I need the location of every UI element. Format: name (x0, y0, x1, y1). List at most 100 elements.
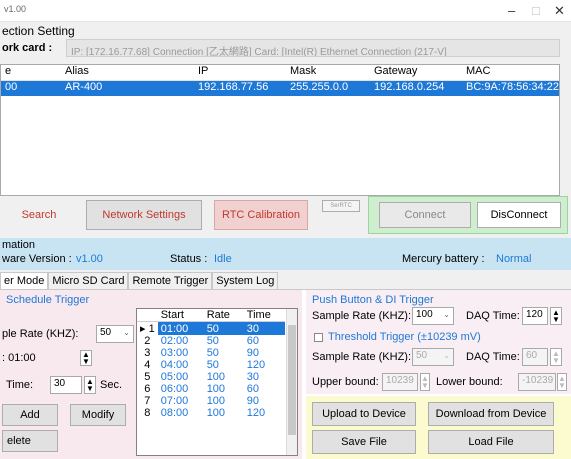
connection-section-title: ection Setting (2, 24, 75, 38)
threshold-sample-rate-value: 50 (416, 350, 428, 361)
threshold-daq-input[interactable]: 60 (522, 348, 548, 366)
table-row[interactable]: 4 04:00 50 120 (137, 359, 285, 371)
cell-start: 04:00 (160, 359, 189, 371)
daq-time-spinner[interactable]: ▲ ▼ (84, 376, 96, 394)
device-list[interactable]: e Alias IP Mask Gateway MAC 00 AR-400 19… (0, 64, 560, 196)
device-ip: 192.168.77.56 (198, 81, 269, 93)
row-index: ▸ 1 (140, 323, 155, 335)
firmware-value: v1.00 (76, 253, 103, 265)
table-row[interactable]: 7 07:00 100 90 (137, 395, 285, 407)
table-row[interactable]: 3 03:00 50 90 (137, 347, 285, 359)
minimize-icon[interactable]: – (508, 3, 515, 18)
table-row[interactable]: 8 08:00 100 120 (137, 407, 285, 419)
close-icon[interactable]: ✕ (554, 3, 565, 19)
schedule-sec-label: Sec. (100, 379, 123, 391)
push-sample-rate-label: Sample Rate (KHZ): (312, 310, 412, 322)
search-button[interactable]: Search (2, 200, 76, 230)
column-header-mac: MAC (466, 65, 491, 77)
schedule-sample-rate-value: 50 (100, 327, 112, 338)
add-button[interactable]: Add (2, 404, 58, 426)
table-row[interactable]: 2 02:00 50 60 (137, 335, 285, 347)
status-label: Status : (170, 253, 208, 265)
schedule-start-label: : 01:00 (2, 352, 36, 364)
row-selected-marker: ▸ (140, 323, 146, 335)
push-daq-input[interactable]: 120 (522, 307, 548, 325)
device-name: 00 (5, 81, 18, 93)
chevron-down-icon: ⌄ (123, 328, 130, 337)
scrollbar-thumb[interactable] (288, 325, 296, 435)
cell-time: 120 (246, 407, 266, 419)
lower-bound-label: Lower bound: (436, 376, 503, 388)
schedule-trigger-title: Schedule Trigger (6, 294, 90, 306)
schedule-sample-rate-select[interactable]: 50 ⌄ (96, 325, 134, 343)
cell-start: 02:00 (160, 335, 189, 347)
threshold-daq-spinner[interactable]: ▲ ▼ (550, 348, 562, 366)
mode-tabs: er Mode Micro SD Card Remote Trigger Sys… (0, 272, 279, 289)
row-index: 5 (144, 371, 151, 383)
connect-button[interactable]: Connect (379, 202, 471, 228)
row-index: 2 (144, 335, 151, 347)
device-mac: BC:9A:78:56:34:22 (466, 81, 559, 93)
cell-rate: 100 (206, 371, 226, 383)
firmware-label: ware Version : (2, 253, 72, 265)
information-panel: mation ware Version : v1.00 Status : Idl… (0, 238, 571, 270)
schedule-table-scrollbar[interactable] (286, 309, 297, 455)
lower-bound-input[interactable]: -10239 (518, 373, 556, 391)
push-daq-spinner[interactable]: ▲ ▼ (550, 307, 562, 325)
upper-bound-input[interactable]: 10239 (382, 373, 418, 391)
schedule-table-header: Start Rate Time (137, 309, 285, 322)
cell-start: 01:00 (157, 321, 204, 335)
table-row[interactable]: 6 06:00 100 60 (137, 383, 285, 395)
schedule-table[interactable]: Start Rate Time ▸ 1 01:00 50 30 2 02:00 … (136, 308, 298, 456)
network-card-field[interactable]: IP: [172.16.77.68] Connection [乙太網路] Car… (66, 39, 560, 57)
tab-timer-mode[interactable]: er Mode (0, 272, 49, 289)
delete-button[interactable]: elete (2, 430, 58, 452)
load-file-button[interactable]: Load File (428, 430, 554, 454)
header-rate: Rate (203, 309, 244, 322)
row-index: 7 (144, 395, 151, 407)
rtc-calibration-button[interactable]: RTC Calibration (214, 200, 308, 230)
schedule-daq-input[interactable]: 30 (50, 376, 82, 394)
lower-bound-spinner[interactable]: ▲ ▼ (557, 373, 567, 391)
column-header-mask: Mask (290, 65, 317, 77)
threshold-sample-rate-select[interactable]: 50 ⌄ (412, 348, 454, 366)
threshold-checkbox[interactable] (314, 333, 323, 342)
cell-time: 120 (246, 359, 266, 371)
cell-time: 30 (246, 371, 260, 383)
battery-value: Normal (496, 253, 532, 265)
push-sample-rate-select[interactable]: 100 ⌄ (412, 307, 454, 325)
small-tag-button[interactable]: SerRTC (322, 200, 360, 212)
upper-bound-spinner[interactable]: ▲ ▼ (420, 373, 430, 391)
tab-system-log[interactable]: System Log (212, 272, 279, 289)
network-settings-button[interactable]: Network Settings (86, 200, 202, 230)
cell-rate: 100 (206, 407, 226, 419)
cell-time: 90 (246, 347, 260, 359)
upper-bound-label: Upper bound: (312, 376, 379, 388)
cell-start: 03:00 (160, 347, 189, 359)
device-row[interactable]: 00 AR-400 192.168.77.56 255.255.0.0 192.… (1, 81, 559, 96)
save-file-button[interactable]: Save File (312, 430, 416, 454)
cell-start: 05:00 (160, 371, 189, 383)
download-from-device-button[interactable]: Download from Device (428, 402, 554, 426)
cell-start: 06:00 (160, 383, 189, 395)
cell-rate: 50 (203, 321, 244, 335)
table-row[interactable]: ▸ 1 01:00 50 30 (137, 321, 285, 335)
table-row[interactable]: 5 05:00 100 30 (137, 371, 285, 383)
modify-button[interactable]: Modify (70, 404, 126, 426)
header-start: Start (157, 309, 204, 322)
row-index: 4 (144, 359, 151, 371)
start-time-spinner[interactable]: ▲ ▼ (80, 350, 92, 366)
tab-micro-sd-card[interactable]: Micro SD Card (48, 272, 129, 289)
tab-remote-trigger[interactable]: Remote Trigger (128, 272, 213, 289)
cell-rate: 50 (206, 359, 219, 371)
column-header-name: e (5, 65, 12, 77)
disconnect-button[interactable]: DisConnect (477, 202, 561, 228)
threshold-daq-label: DAQ Time: (466, 351, 520, 363)
file-actions-panel: Upload to Device Download from Device Sa… (306, 396, 571, 459)
device-gateway: 192.168.0.254 (374, 81, 445, 93)
threshold-trigger-title: Threshold Trigger (±10239 mV) (328, 331, 481, 343)
maximize-icon[interactable]: □ (532, 3, 540, 18)
threshold-sample-rate-label: Sample Rate (KHZ): (312, 351, 412, 363)
schedule-panel: Schedule Trigger ple Rate (KHZ): 50 ⌄ : … (0, 290, 302, 459)
upload-to-device-button[interactable]: Upload to Device (312, 402, 416, 426)
